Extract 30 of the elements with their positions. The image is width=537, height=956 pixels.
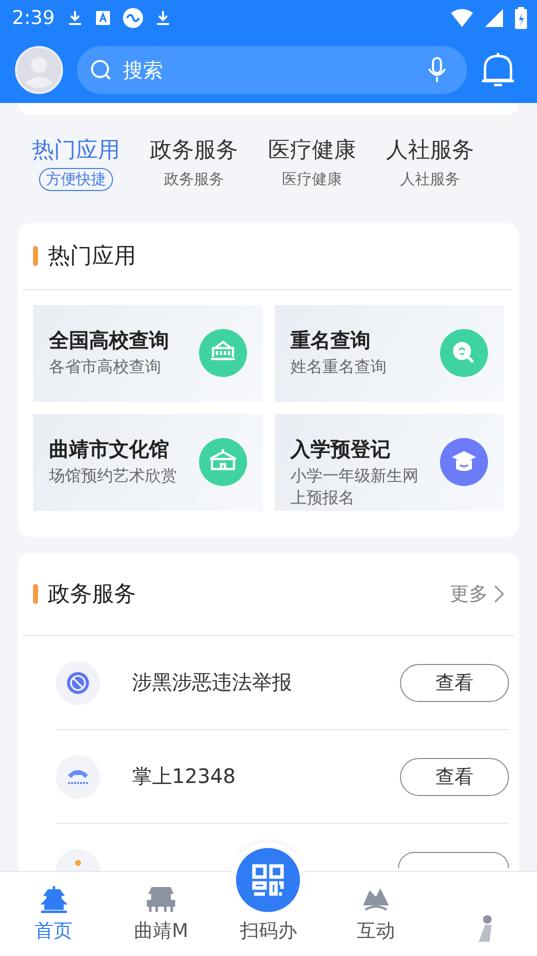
view-button[interactable]: 查看 (400, 664, 509, 702)
scan-tab[interactable]: 扫码办 (240, 918, 297, 944)
search-bar[interactable]: 搜索 (77, 46, 467, 94)
category-tab[interactable]: 医疗健康 医疗健康 (268, 135, 356, 205)
section-title: 政务服务 (48, 581, 137, 609)
app-tile[interactable]: 重名查询 姓名重名查询 (274, 305, 504, 402)
nav-tab[interactable]: 曲靖M (107, 872, 215, 956)
more-link[interactable]: 更多 (450, 581, 504, 607)
view-button[interactable]: 查看 (400, 758, 509, 796)
nav-tab[interactable]: 首页 (0, 872, 108, 956)
app-title: 入学预登记 (290, 436, 392, 463)
app-tile[interactable]: 全国高校查询 各省市高校查询 (33, 305, 262, 402)
app-subtitle: 各省市高校查询 (49, 356, 162, 378)
app-tile[interactable]: 曲靖市文化馆 场馆预约艺术欣赏 (33, 414, 262, 511)
section-title: 热门应用 (48, 243, 136, 271)
app-subtitle: 场馆预约艺术欣赏 (49, 465, 178, 487)
app-title: 全国高校查询 (49, 327, 170, 354)
app-tile[interactable]: 入学预登记 小学一年级新生网上预报名 (274, 414, 504, 511)
app-title: 曲靖市文化馆 (49, 436, 170, 463)
service-name: 涉黑涉恶违法举报 (132, 669, 293, 696)
app-subtitle: 小学一年级新生网上预报名 (290, 465, 420, 508)
app-subtitle: 姓名重名查询 (290, 356, 388, 378)
category-tab[interactable]: 人社服务 人社服务 (386, 135, 474, 205)
category-tab[interactable]: 政务服务 政务服务 (150, 135, 238, 205)
search-field[interactable]: 搜索 (121, 56, 374, 82)
category-tab[interactable]: 热门应用 方便快捷 (32, 135, 120, 205)
status-time: 2:39 (12, 7, 55, 29)
service-name: 掌上12348 (132, 763, 237, 790)
app-title: 重名查询 (290, 327, 372, 354)
nav-tab[interactable]: 互动 (322, 872, 430, 956)
